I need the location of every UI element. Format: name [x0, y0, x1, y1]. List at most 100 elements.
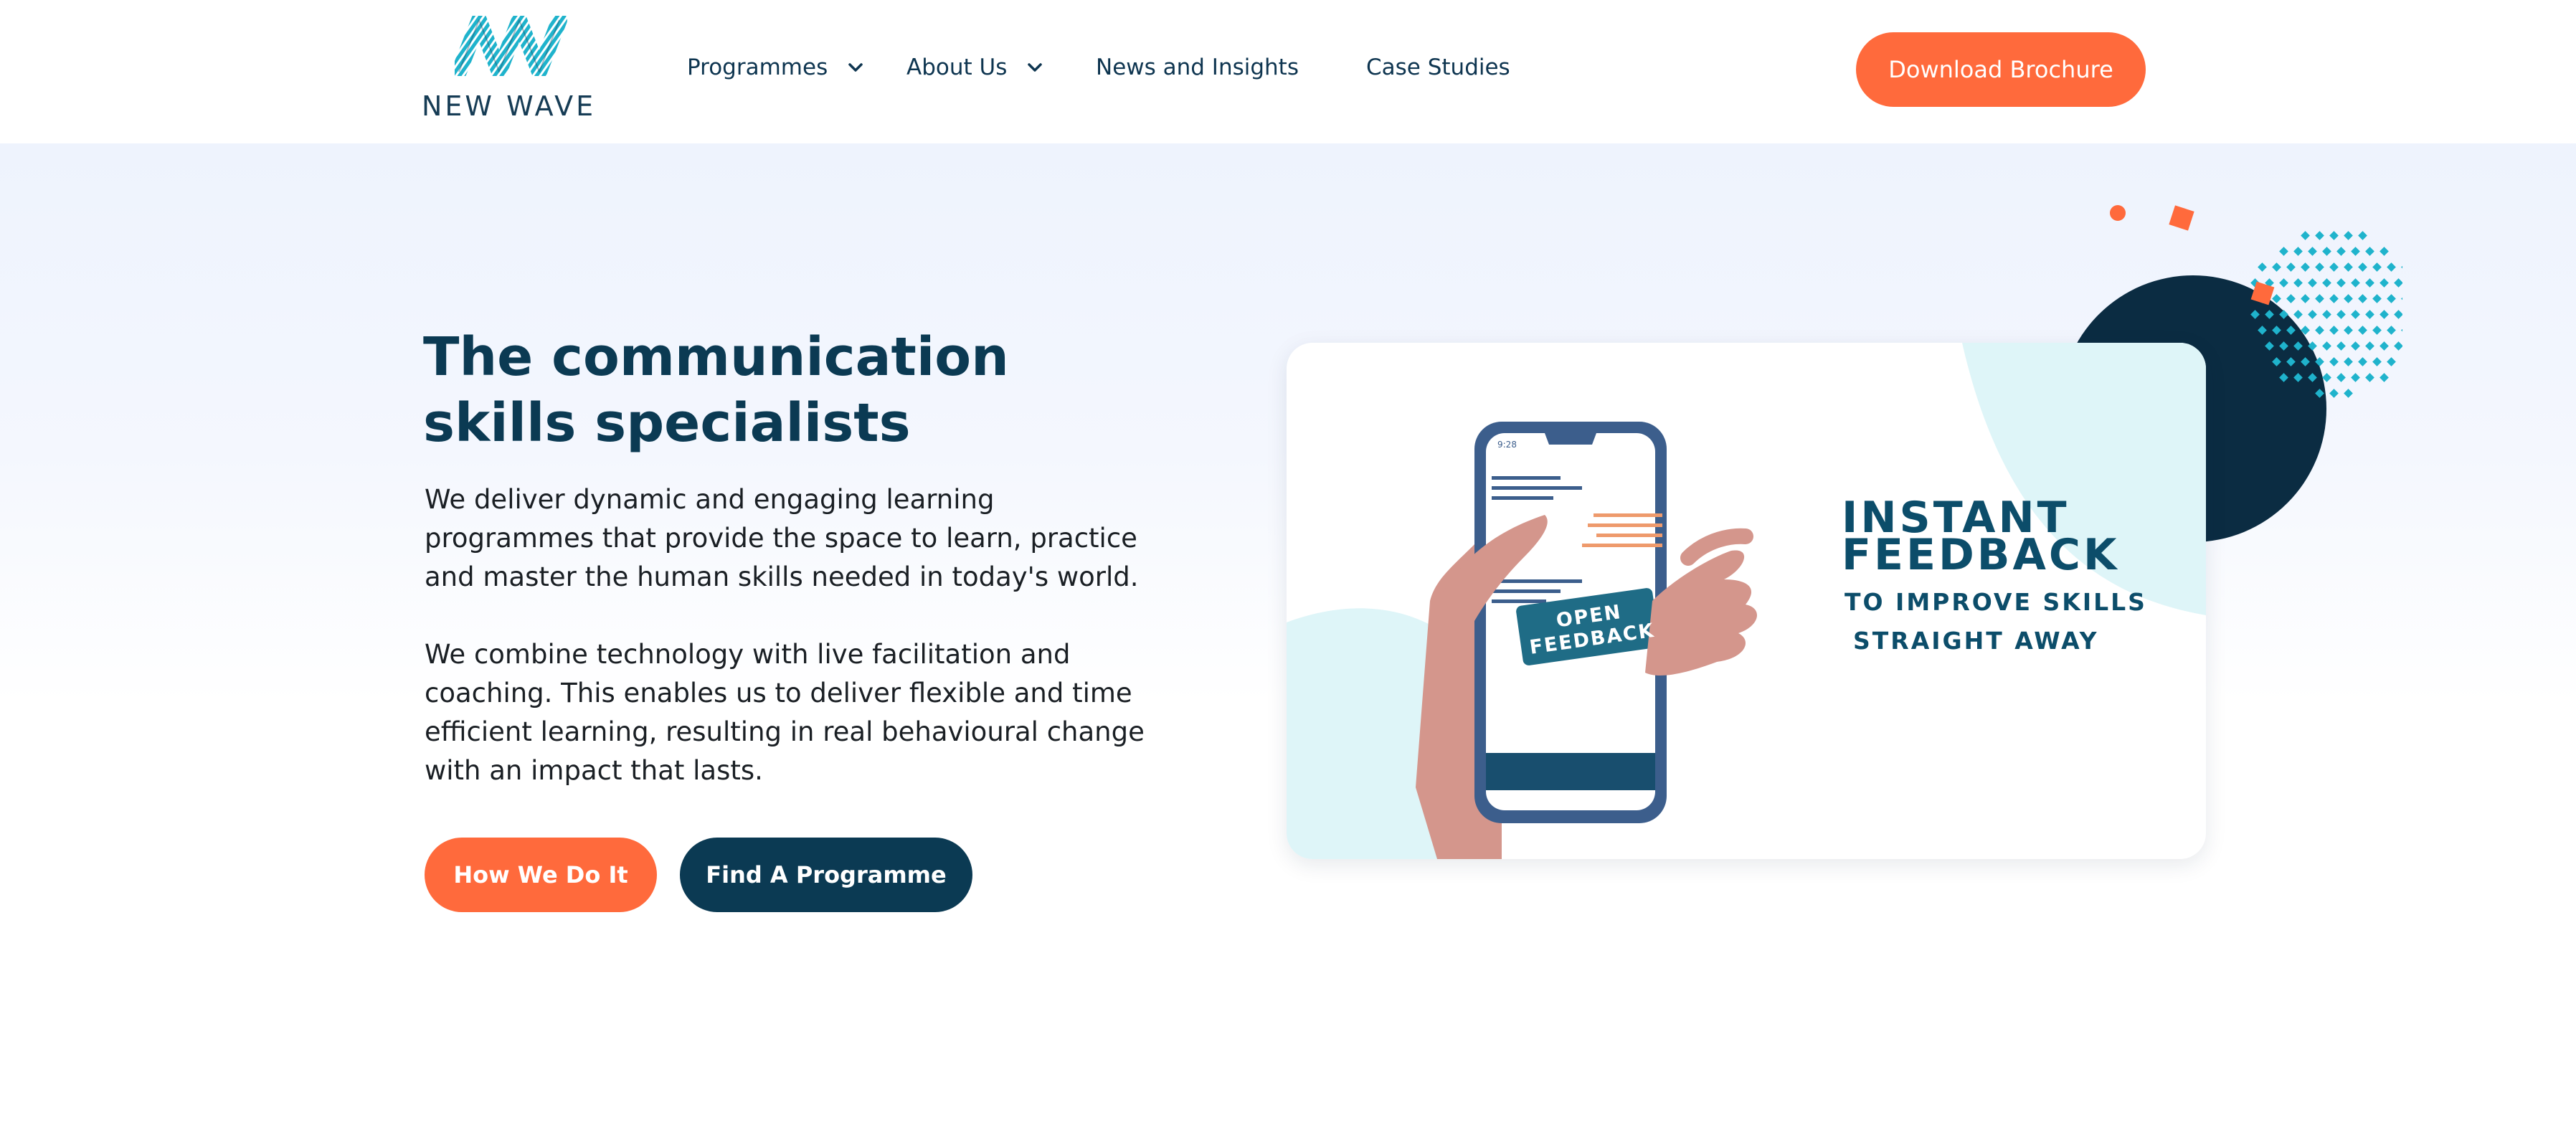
decorative-dot — [2380, 247, 2389, 256]
new-wave-logo[interactable]: NEW WAVE — [422, 16, 602, 123]
nav-case-studies[interactable]: Case Studies — [1366, 53, 1510, 82]
decorative-dot — [2336, 341, 2346, 351]
decorative-dot — [2315, 294, 2324, 303]
decorative-dot — [2250, 310, 2260, 319]
decorative-dot — [2322, 373, 2331, 382]
decorative-dot — [2401, 294, 2402, 303]
chevron-down-icon — [848, 63, 863, 72]
decorative-dot — [2279, 310, 2288, 319]
card-headline-line-2: FEEDBACK — [1842, 530, 2120, 580]
decorative-dot — [2358, 262, 2367, 272]
decorative-dot — [2365, 310, 2374, 319]
nav-programmes[interactable]: Programmes — [687, 53, 863, 82]
hero-feature-card: 9:28 OPEN FEEDBACK INSTANT FEEDBACK TO I… — [1287, 343, 2206, 859]
decorative-dot — [2329, 231, 2339, 240]
decorative-dot — [2336, 373, 2346, 382]
nav-programmes-label: Programmes — [687, 54, 828, 80]
decorative-dot — [2351, 278, 2360, 288]
chevron-down-icon — [1028, 63, 1043, 72]
decorative-dot — [2336, 278, 2346, 288]
decorative-dot — [2272, 262, 2281, 272]
decorative-dot — [2308, 373, 2317, 382]
decorative-dot — [2380, 341, 2389, 351]
decorative-dot — [2293, 278, 2303, 288]
decorative-dot — [2293, 373, 2303, 382]
decorative-dot — [2358, 357, 2367, 366]
decorative-dot-pattern — [2250, 231, 2402, 398]
nav-news-label: News and Insights — [1096, 54, 1299, 80]
decorative-dot — [2336, 247, 2346, 256]
decorative-dot — [2315, 389, 2324, 398]
decorative-dot — [2279, 247, 2288, 256]
decorative-dot — [2387, 262, 2396, 272]
site-header: NEW WAVE Programmes About Us News and In… — [0, 0, 2576, 143]
decorative-dot — [2272, 326, 2281, 335]
decorative-dot — [2301, 326, 2310, 335]
decorative-dot — [2322, 341, 2331, 351]
decorative-dot — [2380, 278, 2389, 288]
decorative-dot — [2372, 294, 2382, 303]
decorative-dot — [2344, 262, 2353, 272]
nav-news-and-insights[interactable]: News and Insights — [1096, 53, 1299, 82]
decorative-dot — [2336, 310, 2346, 319]
decorative-dot — [2329, 326, 2339, 335]
decorative-dot — [2401, 262, 2402, 272]
decorative-dot — [2365, 373, 2374, 382]
decorative-dot — [2344, 389, 2353, 398]
decorative-dot — [2351, 373, 2360, 382]
decorative-dot — [2358, 231, 2367, 240]
decorative-dot — [2308, 278, 2317, 288]
decorative-dot — [2344, 231, 2353, 240]
decorative-dot — [2358, 326, 2367, 335]
decorative-dot — [2265, 310, 2274, 319]
decorative-dot — [2344, 294, 2353, 303]
decorative-dot — [2293, 247, 2303, 256]
decorative-dot — [2394, 310, 2402, 319]
logo-wordmark: NEW WAVE — [422, 90, 597, 122]
decorative-dot — [2365, 278, 2374, 288]
decorative-dot — [2329, 262, 2339, 272]
decorative-dot — [2258, 326, 2267, 335]
download-brochure-button[interactable]: Download Brochure — [1856, 32, 2146, 107]
nav-case-studies-label: Case Studies — [1366, 54, 1510, 80]
decorative-dot — [2372, 262, 2382, 272]
decorative-dot — [2387, 294, 2396, 303]
decorative-dot — [2265, 341, 2274, 351]
decorative-dot — [2380, 373, 2389, 382]
nav-about-us[interactable]: About Us — [906, 53, 1043, 82]
decorative-dot — [2301, 357, 2310, 366]
new-wave-logo-icon — [455, 16, 567, 76]
hero-paragraph-1: We deliver dynamic and engaging learning… — [425, 484, 1139, 592]
decorative-dot — [2315, 326, 2324, 335]
phone-time: 9:28 — [1497, 440, 1517, 450]
decorative-dot — [2286, 262, 2296, 272]
decorative-dot — [2315, 357, 2324, 366]
decorative-dot — [2286, 294, 2296, 303]
decorative-dot — [2293, 310, 2303, 319]
decorative-orange-dot — [2110, 205, 2126, 221]
decorative-dot — [2351, 310, 2360, 319]
decorative-dot — [2380, 310, 2389, 319]
decorative-dot — [2329, 294, 2339, 303]
decorative-dot — [2394, 278, 2402, 288]
decorative-dot — [2301, 231, 2310, 240]
find-a-programme-button[interactable]: Find A Programme — [680, 838, 972, 912]
how-we-do-it-button[interactable]: How We Do It — [425, 838, 657, 912]
decorative-dot — [2279, 341, 2288, 351]
decorative-dot — [2308, 247, 2317, 256]
decorative-dot — [2301, 262, 2310, 272]
card-subline-2: STRAIGHT AWAY — [1853, 627, 2099, 655]
decorative-dot — [2387, 326, 2396, 335]
decorative-dot — [2322, 278, 2331, 288]
hero-title: The communication skills specialists — [423, 326, 1009, 454]
card-subline-1: TO IMPROVE SKILLS — [1845, 588, 2147, 616]
decorative-dot — [2272, 294, 2281, 303]
decorative-dot — [2315, 231, 2324, 240]
decorative-dot — [2344, 357, 2353, 366]
decorative-dot — [2308, 310, 2317, 319]
decorative-dot — [2279, 278, 2288, 288]
decorative-dot — [2258, 262, 2267, 272]
decorative-dot — [2329, 357, 2339, 366]
decorative-dot — [2365, 341, 2374, 351]
decorative-dot — [2286, 357, 2296, 366]
